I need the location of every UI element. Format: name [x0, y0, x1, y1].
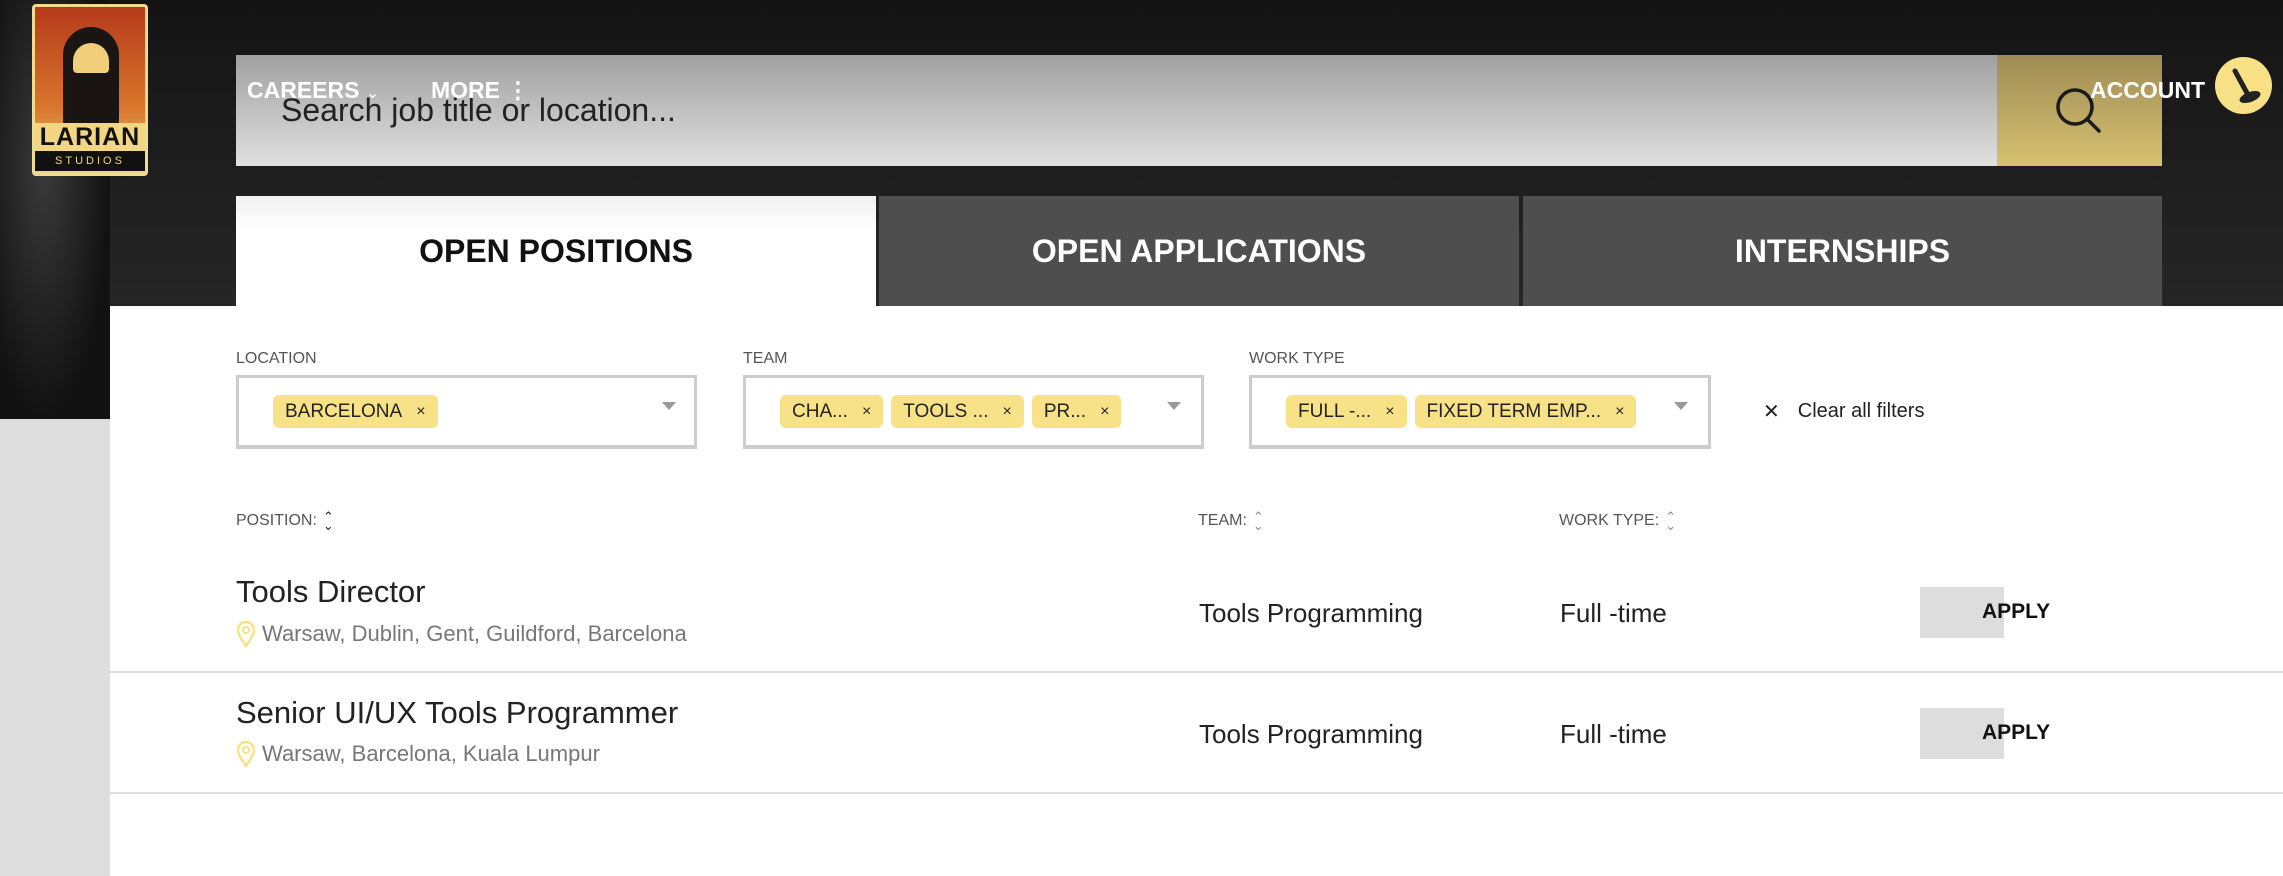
job-title[interactable]: Senior UI/UX Tools Programmer [236, 695, 678, 731]
nav-careers[interactable]: CAREERS ⌄ [247, 77, 379, 104]
column-header-team: TEAM: [1198, 512, 1247, 529]
remove-icon[interactable]: × [1100, 403, 1109, 421]
remove-icon[interactable]: × [1385, 403, 1394, 421]
column-header-work-type: WORK TYPE: [1559, 512, 1660, 529]
work-type-filter[interactable]: FULL -... × FIXED TERM EMP... × [1249, 375, 1711, 449]
team-filter[interactable]: CHA... × TOOLS ... × PR... × [743, 375, 1204, 449]
filter-chip[interactable]: CHA... × [780, 395, 884, 428]
job-work-type: Full -time [1560, 719, 1667, 749]
search-input[interactable] [236, 55, 1997, 166]
avatar[interactable] [2215, 57, 2272, 114]
plunger-icon [2232, 68, 2261, 104]
team-filter-label: TEAM [743, 350, 788, 367]
logo-text: LARIAN [39, 123, 141, 151]
filter-chip[interactable]: TOOLS ... × [891, 395, 1024, 428]
clear-all-filters-button[interactable]: ✕ Clear all filters [1763, 399, 1924, 424]
remove-icon[interactable]: × [862, 403, 871, 421]
job-locations: Warsaw, Barcelona, Kuala Lumpur [236, 740, 600, 768]
dropdown-caret-icon[interactable] [1674, 402, 1688, 410]
remove-icon[interactable]: × [1002, 403, 1011, 421]
row-divider [110, 671, 2283, 673]
chip-label: BARCELONA [285, 400, 403, 422]
clear-all-label: Clear all filters [1797, 400, 1925, 422]
job-work-type: Full -time [1560, 598, 1667, 628]
filter-chip[interactable]: PR... × [1031, 395, 1122, 428]
logo-subtext: STUDIOS [35, 151, 145, 171]
dropdown-caret-icon[interactable] [1167, 402, 1181, 410]
sort-position[interactable]: POSITION: ⌃ ⌄ [236, 509, 334, 533]
search-button[interactable] [1997, 55, 2162, 166]
location-pin-icon [236, 620, 256, 648]
locations-text: Warsaw, Barcelona, Kuala Lumpur [262, 741, 600, 766]
location-filter[interactable]: BARCELONA × [236, 375, 697, 449]
apply-button[interactable]: APPLY [1920, 587, 2060, 638]
dropdown-caret-icon[interactable] [662, 402, 676, 410]
job-title[interactable]: Tools Director [236, 574, 426, 610]
sort-team[interactable]: TEAM: ⌃ ⌄ [1198, 509, 1264, 533]
kebab-icon: ⋮ [506, 77, 530, 103]
work-type-filter-label: WORK TYPE [1249, 350, 1345, 367]
tab-open-applications[interactable]: OPEN APPLICATIONS [879, 196, 1519, 306]
remove-icon[interactable]: × [416, 403, 425, 421]
apply-label: APPLY [1982, 721, 2051, 744]
tab-internships[interactable]: INTERNSHIPS [1523, 196, 2162, 306]
apply-label: APPLY [1982, 600, 2051, 623]
chip-label: CHA... [792, 400, 848, 422]
chevron-down-icon: ⌄ [365, 85, 380, 102]
tab-open-positions[interactable]: OPEN POSITIONS [236, 196, 876, 306]
filter-chip[interactable]: FIXED TERM EMP... × [1414, 395, 1637, 428]
job-locations: Warsaw, Dublin, Gent, Guildford, Barcelo… [236, 620, 687, 648]
knight-emblem [63, 27, 119, 127]
column-header-position: POSITION: [236, 512, 317, 529]
nav-account[interactable]: ACCOUNT [2090, 77, 2205, 104]
sort-icon: ⌃ ⌄ [322, 509, 334, 533]
location-filter-label: LOCATION [236, 350, 317, 367]
knight-visor [73, 43, 109, 73]
nav-more-label: MORE [431, 77, 500, 103]
nav-more[interactable]: MORE ⋮ [431, 77, 529, 104]
chip-label: TOOLS ... [903, 400, 989, 422]
remove-icon[interactable]: × [1615, 403, 1624, 421]
larian-logo[interactable]: LARIAN STUDIOS [32, 4, 148, 176]
chip-label: FIXED TERM EMP... [1426, 400, 1602, 422]
location-pin-icon [236, 740, 256, 768]
row-divider [110, 792, 2283, 794]
job-team: Tools Programming [1199, 598, 1423, 628]
chip-label: FULL -... [1298, 400, 1372, 422]
apply-button[interactable]: APPLY [1920, 708, 2060, 759]
filter-chip[interactable]: BARCELONA × [273, 395, 438, 428]
filter-chip[interactable]: FULL -... × [1286, 395, 1407, 428]
job-team: Tools Programming [1199, 719, 1423, 749]
close-icon: ✕ [1763, 401, 1780, 423]
nav-careers-label: CAREERS [247, 77, 360, 103]
chip-label: PR... [1043, 400, 1087, 422]
locations-text: Warsaw, Dublin, Gent, Guildford, Barcelo… [262, 621, 687, 646]
sort-icon: ⌃ ⌄ [1665, 509, 1677, 533]
sort-icon: ⌃ ⌄ [1252, 509, 1264, 533]
left-margin [0, 419, 110, 876]
sort-work-type[interactable]: WORK TYPE: ⌃ ⌄ [1559, 509, 1677, 533]
